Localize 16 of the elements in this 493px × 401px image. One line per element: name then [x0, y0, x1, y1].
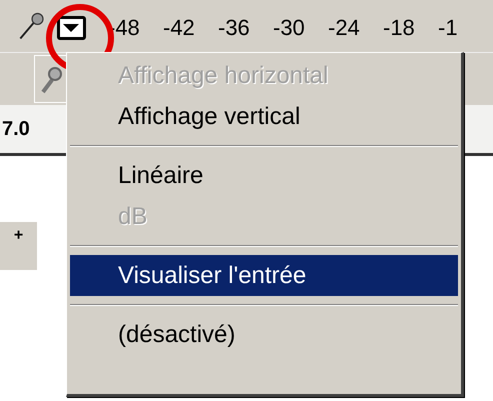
scale-label: -42 [163, 15, 196, 41]
zoom-button[interactable]: + [0, 222, 37, 270]
scale-label: -48 [108, 15, 141, 41]
scale-label: -30 [273, 15, 306, 41]
scale-label: -36 [218, 15, 251, 41]
menu-item[interactable]: Visualiser l'entrée [70, 255, 458, 296]
scale-label: -24 [328, 15, 361, 41]
menu-item[interactable]: (désactivé) [70, 314, 458, 355]
ruler-label: 7.0 [2, 118, 30, 140]
dropdown-button[interactable] [56, 16, 86, 40]
menu-item[interactable]: Affichage vertical [70, 96, 458, 137]
menu-item[interactable]: Linéaire [70, 155, 458, 196]
scale-label: -18 [383, 15, 416, 41]
magnifier-icon [40, 64, 62, 94]
scale-label: -1 [438, 15, 459, 41]
caret-icon [62, 23, 80, 33]
